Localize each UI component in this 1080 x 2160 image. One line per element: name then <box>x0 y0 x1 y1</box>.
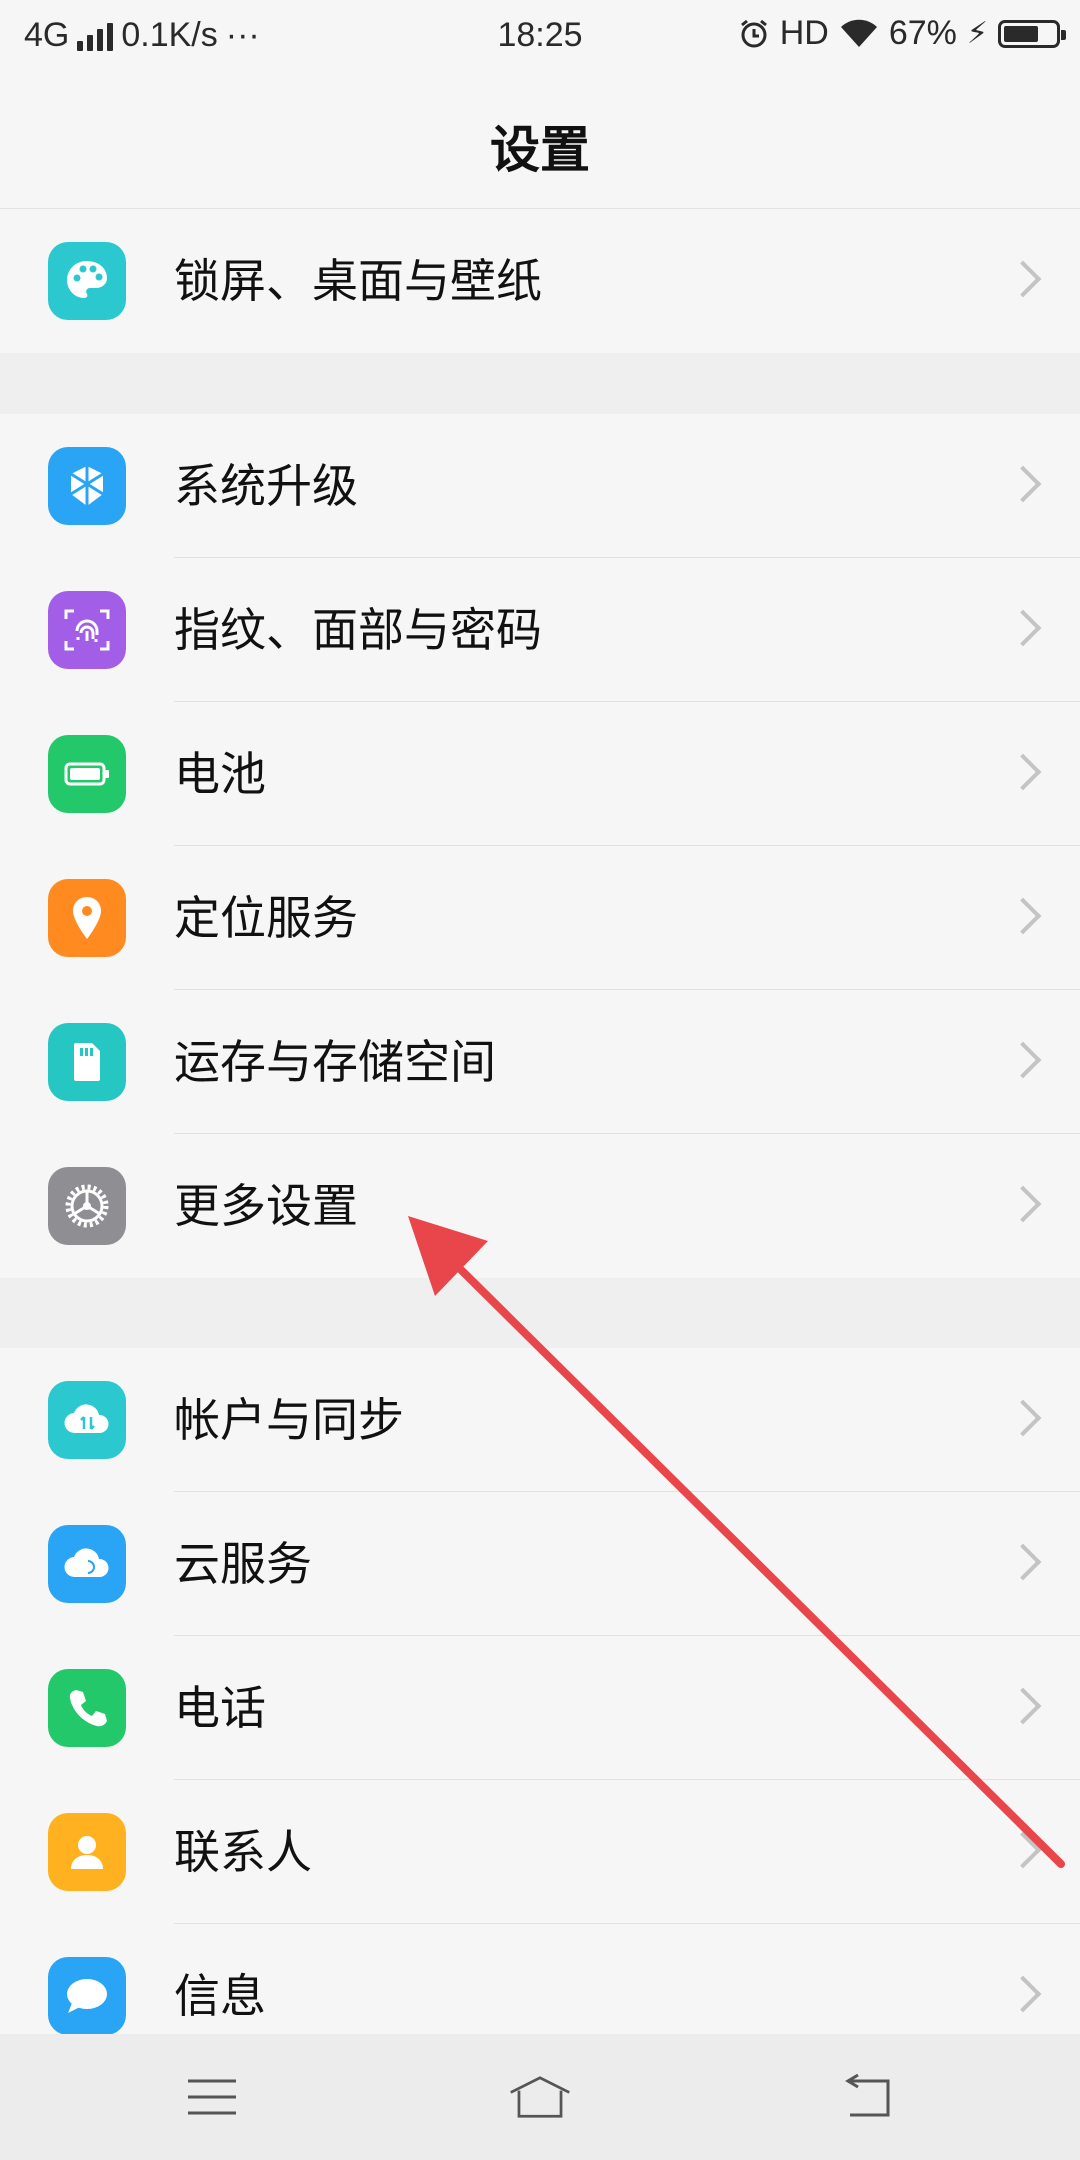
hd-label: HD <box>779 14 829 52</box>
wifi-icon <box>840 19 877 47</box>
settings-row-contacts[interactable]: 联系人 <box>0 1780 1080 1924</box>
menu-button[interactable] <box>180 2070 244 2124</box>
back-button[interactable] <box>836 2070 900 2124</box>
chevron-right-icon <box>1004 897 1042 935</box>
status-right: HD 67% ⚡ <box>738 14 1066 53</box>
settings-row-location-service[interactable]: 定位服务 <box>0 846 1080 990</box>
title-bar: 设置 <box>0 72 1080 209</box>
settings-row-cloud-service[interactable]: 云服务 <box>0 1492 1080 1636</box>
chevron-right-icon <box>1004 1041 1042 1079</box>
location-pin-icon <box>48 879 126 957</box>
charging-icon: ⚡ <box>966 17 988 50</box>
sd-card-icon <box>48 1023 126 1101</box>
message-icon <box>48 1957 126 2035</box>
chevron-right-icon <box>1004 1831 1042 1869</box>
row-label: 电池 <box>174 747 266 801</box>
row-label: 联系人 <box>174 1825 312 1879</box>
chevron-right-icon <box>1004 260 1042 298</box>
row-label: 更多设置 <box>174 1179 358 1233</box>
section-system: 系统升级 指纹、面部与密码 电池 定位服务 运存与存储空间 更多设置 <box>0 414 1080 1278</box>
menu-icon <box>188 2079 236 2115</box>
alarm-icon <box>740 19 767 47</box>
battery-icon <box>998 19 1066 48</box>
row-label: 运存与存储空间 <box>174 1035 496 1089</box>
contact-icon <box>48 1813 126 1891</box>
chevron-right-icon <box>1004 1687 1042 1725</box>
section-accounts-apps: 帐户与同步 云服务 电话 联系人 信息 <box>0 1348 1080 2068</box>
chevron-right-icon <box>1004 609 1042 647</box>
settings-row-memory-storage[interactable]: 运存与存储空间 <box>0 990 1080 1134</box>
row-label: 帐户与同步 <box>174 1393 404 1447</box>
row-label: 云服务 <box>174 1537 312 1591</box>
section-display: 锁屏、桌面与壁纸 <box>0 209 1080 353</box>
settings-row-phone[interactable]: 电话 <box>0 1636 1080 1780</box>
cloud-icon <box>48 1525 126 1603</box>
settings-row-system-upgrade[interactable]: 系统升级 <box>0 414 1080 558</box>
settings-row-lockscreen-wallpaper[interactable]: 锁屏、桌面与壁纸 <box>0 209 1080 353</box>
gear-icon <box>48 1167 126 1245</box>
cloud-sync-icon <box>48 1381 126 1459</box>
row-label: 系统升级 <box>174 459 358 513</box>
phone-icon <box>48 1669 126 1747</box>
status-bar: 4G 0.1K/s ··· 18:25 HD 67% ⚡ <box>0 0 1080 72</box>
fingerprint-icon <box>48 591 126 669</box>
home-icon <box>510 2076 570 2118</box>
row-label: 锁屏、桌面与壁纸 <box>174 254 542 308</box>
chevron-right-icon <box>1004 753 1042 791</box>
battery-fill <box>1004 25 1038 42</box>
settings-row-account-sync[interactable]: 帐户与同步 <box>0 1348 1080 1492</box>
row-label: 电话 <box>174 1681 266 1735</box>
settings-row-more-settings[interactable]: 更多设置 <box>0 1134 1080 1278</box>
row-label: 指纹、面部与密码 <box>174 603 542 657</box>
chevron-right-icon <box>1004 465 1042 503</box>
page-title: 设置 <box>490 121 590 179</box>
chevron-right-icon <box>1004 1185 1042 1223</box>
settings-row-battery[interactable]: 电池 <box>0 702 1080 846</box>
battery-icon <box>48 735 126 813</box>
chevron-right-icon <box>1004 1399 1042 1437</box>
chevron-right-icon <box>1004 1543 1042 1581</box>
battery-percent: 67% <box>888 14 957 52</box>
back-icon <box>845 2073 890 2117</box>
home-button[interactable] <box>508 2070 572 2124</box>
upgrade-icon <box>48 447 126 525</box>
row-label: 定位服务 <box>174 891 358 945</box>
palette-icon <box>48 242 126 320</box>
settings-row-fingerprint-face-password[interactable]: 指纹、面部与密码 <box>0 558 1080 702</box>
chevron-right-icon <box>1004 1975 1042 2013</box>
navigation-bar <box>0 2034 1080 2160</box>
